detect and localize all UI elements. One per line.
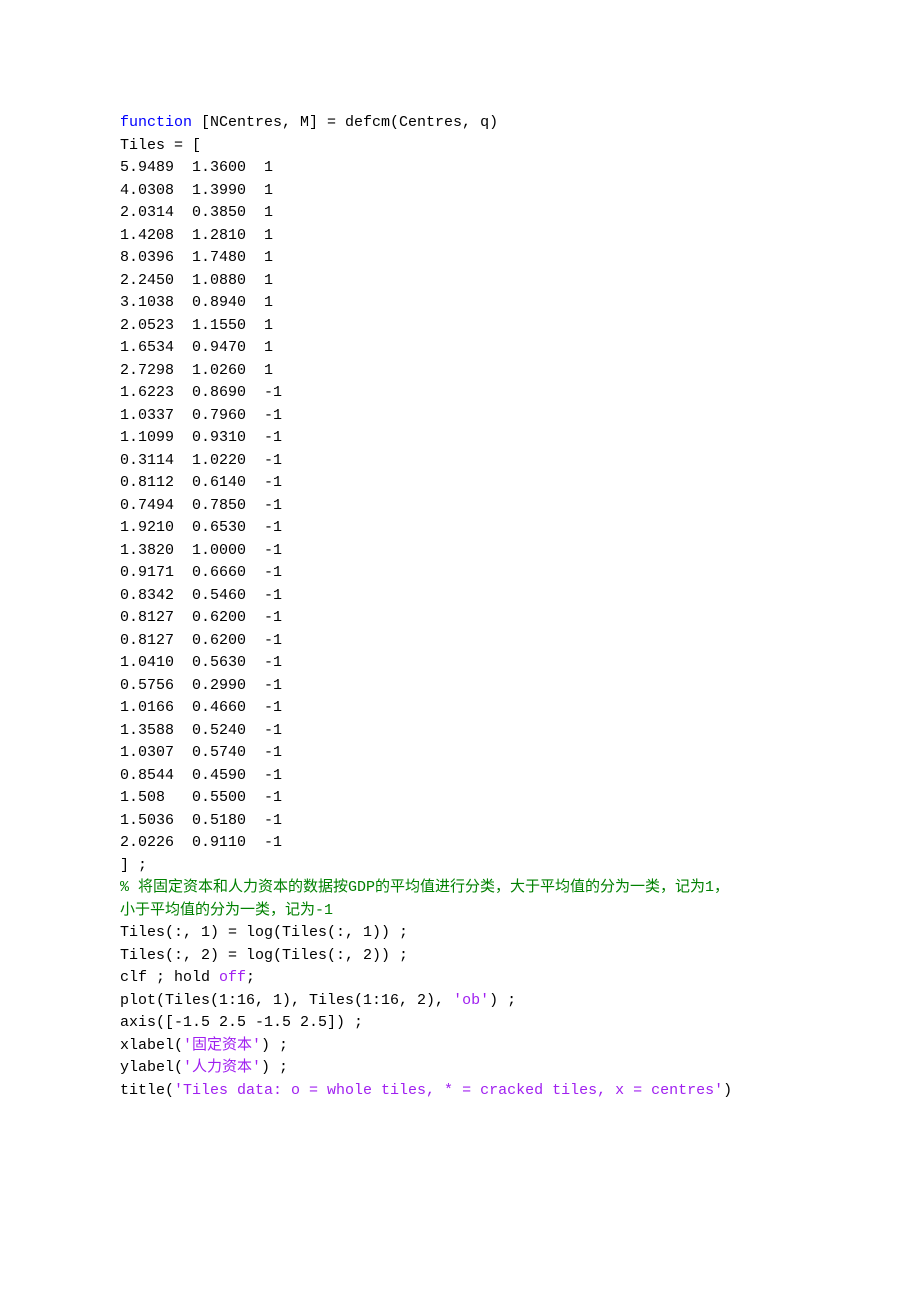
- comment-line-2: 小于平均值的分为一类，记为-1: [120, 902, 333, 919]
- string-xlabel: '固定资本': [183, 1037, 261, 1054]
- ylabel-pre: ylabel(: [120, 1059, 183, 1076]
- string-ylabel: '人力资本': [183, 1059, 261, 1076]
- xlabel-pre: xlabel(: [120, 1037, 183, 1054]
- keyword-function: function: [120, 114, 192, 131]
- axis-line: axis([-1.5 2.5 -1.5 2.5]) ;: [120, 1014, 363, 1031]
- clf-post: ;: [246, 969, 255, 986]
- tiles-data-rows: 5.9489 1.3600 1 4.0308 1.3990 1 2.0314 0…: [120, 159, 282, 851]
- xlabel-post: ) ;: [261, 1037, 288, 1054]
- function-signature: [NCentres, M] = defcm(Centres, q): [192, 114, 498, 131]
- tiles-close: ] ;: [120, 857, 147, 874]
- document-page: function [NCentres, M] = defcm(Centres, …: [0, 0, 920, 1302]
- string-title: 'Tiles data: o = whole tiles, * = cracke…: [174, 1082, 723, 1099]
- tiles-open: Tiles = [: [120, 137, 201, 154]
- code-block: function [NCentres, M] = defcm(Centres, …: [120, 112, 800, 1102]
- comment-line-1: % 将固定资本和人力资本的数据按GDP的平均值进行分类，大于平均值的分为一类，记…: [120, 879, 729, 896]
- string-ob: 'ob': [453, 992, 489, 1009]
- clf-pre: clf ; hold: [120, 969, 219, 986]
- log-line-1: Tiles(:, 1) = log(Tiles(:, 1)) ;: [120, 924, 408, 941]
- title-pre: title(: [120, 1082, 174, 1099]
- title-post: ): [723, 1082, 732, 1099]
- log-line-2: Tiles(:, 2) = log(Tiles(:, 2)) ;: [120, 947, 408, 964]
- keyword-off: off: [219, 969, 246, 986]
- ylabel-post: ) ;: [261, 1059, 288, 1076]
- plot-pre: plot(Tiles(1:16, 1), Tiles(1:16, 2),: [120, 992, 453, 1009]
- plot-post: ) ;: [489, 992, 516, 1009]
